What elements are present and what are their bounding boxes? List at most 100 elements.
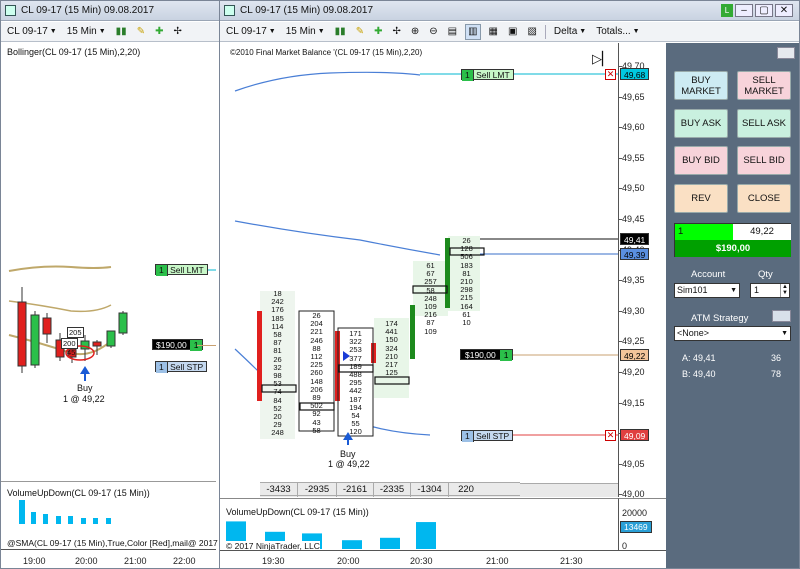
sell-limit-flag[interactable]: 1 Sell LMT xyxy=(461,69,514,81)
time-tick: 21:00 xyxy=(124,556,147,566)
account-select[interactable]: Sim101 ▼ xyxy=(674,283,740,298)
add-indicator-icon[interactable]: ✚ xyxy=(372,24,384,40)
pnl-flag: $190,001 xyxy=(460,349,514,361)
qty-stepper[interactable]: ▲ ▼ xyxy=(780,284,789,297)
volume-tick: 20000 xyxy=(622,508,648,518)
chevron-down-icon: ▼ xyxy=(49,28,57,35)
qty-label: Qty xyxy=(758,269,773,280)
sell-limit-price-tag: 49,68 xyxy=(620,68,650,80)
sell-limit-label: Sell LMT xyxy=(476,70,510,80)
time-tick: 21:00 xyxy=(486,556,509,566)
sell-stop-flag[interactable]: 1 Sell STP xyxy=(155,361,208,373)
chevron-down-icon: ▼ xyxy=(579,28,587,35)
time-tick: 19:00 xyxy=(23,556,46,566)
sell-stop-flag[interactable]: 1 Sell STP xyxy=(461,430,514,442)
account-value: Sim101 xyxy=(677,285,708,295)
time-tick: 20:00 xyxy=(75,556,98,566)
sell-stop-label: Sell STP xyxy=(170,362,204,372)
toolbar-separator xyxy=(544,24,546,39)
interval-label: 15 Min xyxy=(285,26,316,37)
reverse-button[interactable]: REV xyxy=(674,184,728,213)
main-volume-panel[interactable]: VolumeUpDown(CL 09-17 (15 Min)) © 2017 N… xyxy=(220,498,618,551)
pencil-icon[interactable]: ✎ xyxy=(354,24,366,40)
candlestick-icon[interactable]: ▮▮ xyxy=(114,24,129,40)
price-tick: 49,20 xyxy=(622,367,645,377)
footprint-cell: 10 xyxy=(462,318,471,327)
sell-stop-price-tag: 49,09 xyxy=(620,429,650,441)
main-window-title: CL 09-17 (15 Min) 09.08.2017 xyxy=(240,5,374,16)
pencil-icon[interactable]: ✎ xyxy=(135,24,147,40)
interval-selector[interactable]: 15 Min ▼ xyxy=(284,24,327,40)
scroll-end-icon[interactable]: ▷▏ xyxy=(592,51,612,67)
properties-icon[interactable]: ▤ xyxy=(446,24,459,40)
maximize-button[interactable]: ▢ xyxy=(755,4,773,17)
totals-selector[interactable]: Totals... ▼ xyxy=(594,24,641,40)
left-toolbar: CL 09-17 ▼ 15 Min ▼ ▮▮ ✎ ✚ ✢ xyxy=(1,22,219,42)
crosshair-icon[interactable]: ✢ xyxy=(390,24,402,40)
buy-label: Buy xyxy=(77,383,93,393)
volume-axis[interactable]: 20000 10000 0 13469 xyxy=(618,498,666,551)
snapshot-icon[interactable]: ▣ xyxy=(506,24,519,40)
cancel-order-icon[interactable]: ✕ xyxy=(605,69,616,80)
sell-stop-label: Sell STP xyxy=(476,431,510,441)
minimize-button[interactable]: – xyxy=(735,4,753,17)
delta-label: Delta xyxy=(553,26,578,37)
instrument-selector[interactable]: CL 09-17 ▼ xyxy=(224,24,278,40)
add-indicator-icon[interactable]: ✚ xyxy=(153,24,165,40)
link-icon[interactable]: L xyxy=(721,4,733,17)
panel-scroll-button[interactable] xyxy=(777,47,795,59)
instrument-selector[interactable]: CL 09-17 ▼ xyxy=(5,24,59,40)
buy-market-label: BUY MARKET xyxy=(681,74,721,97)
candle-body xyxy=(118,312,128,334)
price-axis[interactable]: 49,7049,6549,6049,5549,5049,4549,4049,35… xyxy=(618,43,666,499)
main-title-bar[interactable]: CL 09-17 (15 Min) 09.08.2017 L – ▢ ✕ xyxy=(220,1,799,21)
chevron-down-icon: ▼ xyxy=(98,28,106,35)
zoom-in-icon[interactable]: ⊕ xyxy=(409,24,421,40)
buy-market-button[interactable]: BUY MARKET xyxy=(674,71,728,100)
volume-bar xyxy=(31,512,36,524)
sell-limit-flag[interactable]: 1 Sell LMT xyxy=(155,264,208,276)
price-tick: 49,05 xyxy=(622,458,645,469)
left-volume-panel[interactable]: VolumeUpDown(CL 09-17 (15 Min)) @SMA(CL … xyxy=(1,481,219,549)
main-price-panel[interactable]: ©2010 Final Market Balance '(CL 09-17 (1… xyxy=(220,43,618,497)
data-box-icon[interactable]: ▦ xyxy=(487,24,500,40)
entry-line xyxy=(197,345,216,346)
price-tick: 49,50 xyxy=(622,183,645,194)
price-tick: 49,65 xyxy=(622,91,645,102)
close-position-button[interactable]: CLOSE xyxy=(737,184,791,213)
footprint-cell: 109 xyxy=(424,326,437,336)
volume-bar xyxy=(19,500,25,524)
buy-label: Buy xyxy=(340,449,356,459)
time-tick: 20:30 xyxy=(410,556,433,566)
atm-value: <None> xyxy=(677,328,710,338)
interval-selector[interactable]: 15 Min ▼ xyxy=(65,24,108,40)
cancel-order-icon[interactable]: ✕ xyxy=(605,430,616,441)
crosshair-icon[interactable]: ✢ xyxy=(171,24,183,40)
chart-window-icon xyxy=(224,5,235,16)
atm-strategy-select[interactable]: <None> ▼ xyxy=(674,326,791,341)
left-title-bar[interactable]: CL 09-17 (15 Min) 09.08.2017 xyxy=(1,1,219,21)
zoom-out-icon[interactable]: ⊖ xyxy=(427,24,439,40)
buy-ask-button[interactable]: BUY ASK xyxy=(674,109,728,138)
blue-middle-band xyxy=(234,220,441,256)
blue-upper-band xyxy=(234,71,421,92)
buy-bid-button[interactable]: BUY BID xyxy=(674,146,728,175)
candlestick-icon[interactable]: ▮▮ xyxy=(333,24,348,40)
delta-selector[interactable]: Delta ▼ xyxy=(552,24,588,40)
left-price-panel[interactable]: Bollinger(CL 09-17 (15 Min),2,20) 205 20… xyxy=(1,43,216,479)
interval-label: 15 Min xyxy=(66,26,97,37)
time-tick: 22:00 xyxy=(173,556,196,566)
delta-values-row: -3433 -2935 -2161 -2335 -1304 220 xyxy=(260,482,520,497)
sell-ask-button[interactable]: SELL ASK xyxy=(737,109,791,138)
qty-input[interactable]: 1 ▲ ▼ xyxy=(750,283,790,298)
delta-value: 220 xyxy=(458,484,474,495)
close-window-button[interactable]: ✕ xyxy=(775,4,793,17)
atm-edit-button[interactable] xyxy=(772,310,791,322)
bid-price-tag: 49,39 xyxy=(620,248,650,260)
sell-market-button[interactable]: SELL MARKET xyxy=(737,71,791,100)
chart-trader-icon[interactable]: ▥ xyxy=(465,23,481,40)
candle-body xyxy=(92,341,102,347)
strategy-icon[interactable]: ▧ xyxy=(525,24,538,40)
sma-footer-label: @SMA(CL 09-17 (15 Min),True,Color [Red],… xyxy=(7,538,219,548)
sell-bid-button[interactable]: SELL BID xyxy=(737,146,791,175)
